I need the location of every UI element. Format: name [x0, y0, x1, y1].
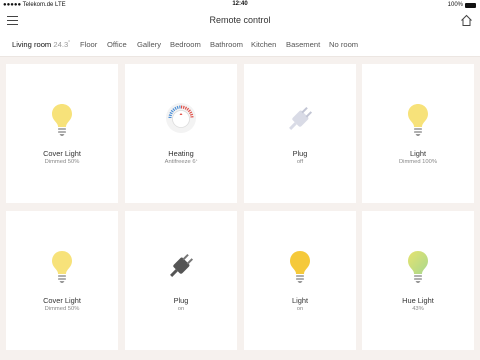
- device-tile-cover-light[interactable]: Cover Light Dimmed 50%: [6, 64, 118, 203]
- tab-basement[interactable]: Basement: [286, 40, 320, 49]
- device-grid: Cover Light Dimmed 50% Heating Antifreez…: [0, 57, 480, 360]
- device-name: Hue Light: [402, 296, 434, 305]
- device-name: Light: [409, 149, 427, 158]
- room-temperature: 24.3°: [53, 40, 71, 49]
- device-name: Light: [291, 296, 309, 305]
- bulb-icon: [6, 102, 118, 140]
- device-name: Heating: [168, 149, 194, 158]
- device-tile-light[interactable]: Light on: [244, 211, 356, 350]
- device-status: off: [296, 159, 304, 165]
- bulb-icon: [362, 102, 474, 140]
- clock: 12:40: [232, 1, 248, 7]
- device-status: Dimmed 50%: [44, 306, 80, 312]
- tab-bedroom[interactable]: Bedroom: [170, 40, 201, 49]
- device-name: Cover Light: [43, 296, 81, 305]
- device-status: Dimmed 50%: [44, 159, 80, 165]
- hue-bulb-icon: [362, 249, 474, 287]
- device-name: Cover Light: [43, 149, 81, 158]
- plug-icon: [125, 249, 237, 287]
- battery-label: 100%: [447, 2, 463, 8]
- device-status: on: [177, 306, 185, 312]
- tab-living-room[interactable]: Living room 24.3°: [12, 40, 70, 49]
- thermostat-icon: [125, 102, 237, 140]
- battery-icon: [465, 2, 476, 8]
- device-tile-cover-light[interactable]: Cover Light Dimmed 50%: [6, 211, 118, 350]
- tab-label: Living room: [12, 40, 52, 49]
- tab-bathroom[interactable]: Bathroom: [210, 40, 243, 49]
- device-name: Plug: [173, 296, 189, 305]
- battery-status: 100%: [448, 2, 476, 8]
- bulb-icon: [6, 249, 118, 287]
- device-status: on: [296, 306, 304, 312]
- device-tile-plug[interactable]: Plug on: [125, 211, 237, 350]
- status-bar: ●●●●● Telekom.de LTE 12:40 100%: [0, 0, 480, 10]
- device-name: Plug: [292, 149, 308, 158]
- tab-no-room[interactable]: No room: [329, 40, 358, 49]
- tab-gallery[interactable]: Gallery: [137, 40, 161, 49]
- home-icon[interactable]: [460, 14, 473, 27]
- plug-icon: [244, 102, 356, 140]
- bulb-icon: [244, 249, 356, 287]
- device-tile-plug[interactable]: Plug off: [244, 64, 356, 203]
- nav-bar: Remote control: [0, 10, 480, 32]
- tab-office[interactable]: Office: [107, 40, 127, 49]
- tab-floor[interactable]: Floor: [80, 40, 97, 49]
- room-tabs: Living room 24.3° Floor Office Gallery B…: [0, 32, 480, 57]
- device-status: 43%: [412, 306, 424, 312]
- page-title: Remote control: [209, 15, 271, 25]
- device-tile-light[interactable]: Light Dimmed 100%: [362, 64, 474, 203]
- device-tile-heating[interactable]: Heating Antifreeze 6°: [125, 64, 237, 203]
- tab-kitchen[interactable]: Kitchen: [251, 40, 276, 49]
- device-status: Dimmed 100%: [398, 159, 438, 165]
- device-status: Antifreeze 6°: [164, 159, 198, 165]
- device-tile-hue-light[interactable]: Hue Light 43%: [362, 211, 474, 350]
